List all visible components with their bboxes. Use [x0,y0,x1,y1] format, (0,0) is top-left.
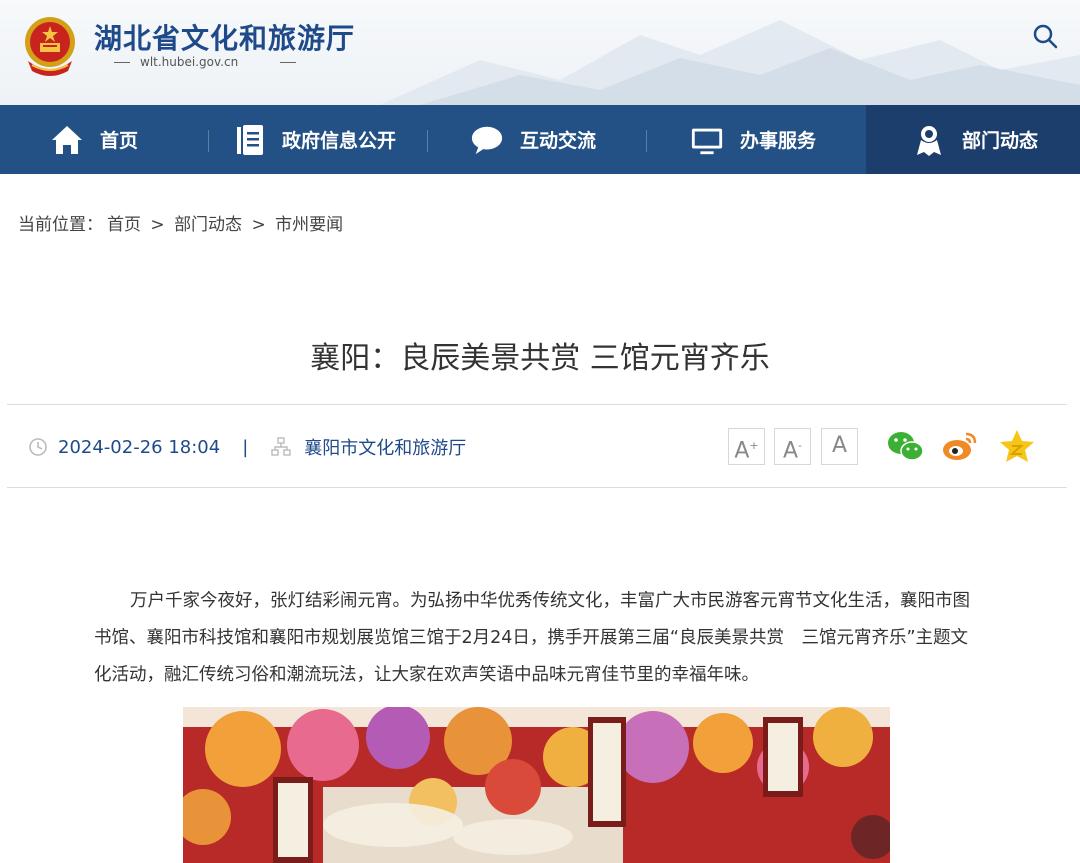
nav-item-label: 办事服务 [740,130,817,152]
site-title: 湖北省文化和旅游厅 [94,22,356,55]
document-list-icon [232,123,266,157]
nav-item-interaction[interactable]: 互动交流 [470,105,620,174]
font-button-sup: + [749,439,759,452]
nav-item-label: 部门动态 [962,130,1039,152]
meta-divider-line [7,487,1067,488]
search-icon[interactable] [1031,22,1059,50]
article-body: 万户千家今夜好，张灯结彩闹元宵。为弘扬中华优秀传统文化，丰富广大市民游客元宵节文… [94,583,984,694]
breadcrumb-city-news[interactable]: 市州要闻 [275,215,343,235]
chat-bubble-icon [470,123,504,157]
nav-item-label: 政府信息公开 [282,130,397,152]
nav-item-label: 互动交流 [520,130,597,152]
main-nav: 首页 政府信息公开 互动交流 办事服务 部门动态 [0,105,1080,174]
nav-separator [427,130,428,152]
site-domain: wlt.hubei.gov.cn [114,55,296,69]
wechat-icon[interactable] [886,428,924,464]
font-size-default-button[interactable]: A [821,428,858,465]
home-icon [50,123,84,157]
monitor-icon [690,123,724,157]
nav-item-services[interactable]: 办事服务 [690,105,840,174]
breadcrumb-prefix: 当前位置： [18,215,103,235]
nav-item-gov-info[interactable]: 政府信息公开 [232,105,412,174]
weibo-icon[interactable] [941,428,979,464]
site-domain-text: wlt.hubei.gov.cn [140,55,239,69]
lantern-photo-illustration [183,707,890,863]
font-size-decrease-button[interactable]: A- [774,428,811,465]
clock-icon [29,438,47,456]
favorite-star-icon[interactable] [998,428,1036,464]
font-button-label: A [831,433,848,458]
org-chart-icon [271,437,291,456]
award-person-icon [912,123,946,157]
nav-item-dept-news[interactable]: 部门动态 [866,105,1080,174]
font-button-label: A [782,438,799,464]
breadcrumb-separator: > [251,215,266,235]
nav-separator [208,130,209,152]
breadcrumb-separator: > [150,215,165,235]
breadcrumb: 当前位置： 首页 > 部门动态 > 市州要闻 [18,210,347,235]
meta-divider: | [242,436,249,458]
article-title: 襄阳：良辰美景共赏 三馆元宵齐乐 [310,341,770,376]
breadcrumb-home[interactable]: 首页 [107,215,141,235]
article-source: 襄阳市文化和旅游厅 [304,438,467,459]
nav-item-home[interactable]: 首页 [50,105,190,174]
article-paragraph: 万户千家今夜好，张灯结彩闹元宵。为弘扬中华优秀传统文化，丰富广大市民游客元宵节文… [94,591,970,685]
nav-item-label: 首页 [100,130,139,152]
font-size-increase-button[interactable]: A+ [728,428,765,465]
nav-separator [646,130,647,152]
national-emblem-icon [25,17,75,76]
site-header: 湖北省文化和旅游厅 wlt.hubei.gov.cn [0,0,1080,105]
breadcrumb-dept-news[interactable]: 部门动态 [174,215,242,235]
article-photo [183,707,890,863]
article-meta: 2024-02-26 18:04 | 襄阳市文化和旅游厅 [28,433,466,461]
font-button-label: A [734,438,750,464]
title-divider [7,404,1067,405]
font-button-sup: - [798,439,803,452]
publish-date: 2024-02-26 18:04 [58,436,221,458]
